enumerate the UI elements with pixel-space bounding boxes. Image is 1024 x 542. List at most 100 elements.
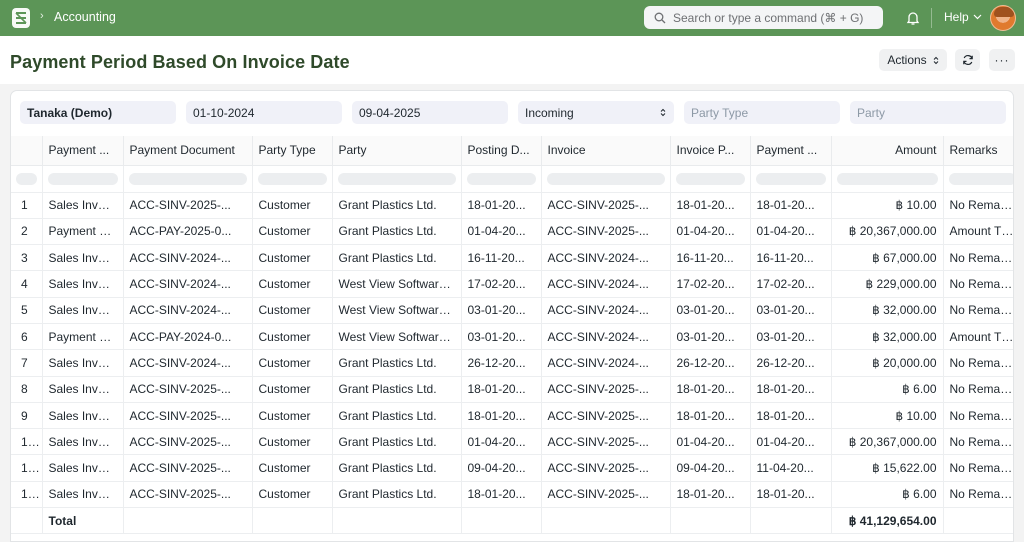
table-cell[interactable]: 03-01-20...: [750, 323, 832, 351]
table-cell[interactable]: Sales Invoi...: [42, 454, 124, 482]
column-filter-input[interactable]: [11, 165, 43, 193]
table-cell[interactable]: 18-01-20...: [461, 192, 542, 219]
column-filter-input[interactable]: [943, 165, 1013, 193]
notification-bell-icon[interactable]: [905, 10, 921, 26]
table-cell[interactable]: No Remarks: [943, 481, 1013, 509]
table-cell[interactable]: 18-01-20...: [750, 376, 832, 403]
table-cell[interactable]: Sales Invoi...: [42, 244, 124, 272]
table-cell[interactable]: 11-04-20...: [750, 454, 832, 482]
table-cell[interactable]: Grant Plastics Ltd.: [332, 481, 462, 509]
table-cell[interactable]: 18-01-20...: [461, 376, 542, 403]
table-cell[interactable]: 26-12-20...: [670, 349, 751, 377]
table-cell[interactable]: 18-01-20...: [461, 481, 542, 509]
table-cell[interactable]: ACC-SINV-2024-...: [123, 297, 253, 324]
table-cell[interactable]: 01-04-20...: [670, 218, 751, 246]
table-cell[interactable]: Grant Plastics Ltd.: [332, 402, 462, 430]
table-cell[interactable]: 09-04-20...: [670, 454, 751, 482]
table-cell[interactable]: Sales Invoi...: [42, 270, 124, 298]
table-cell[interactable]: ACC-SINV-2025-...: [541, 402, 671, 430]
table-cell[interactable]: No Remarks: [943, 402, 1013, 430]
column-header[interactable]: Remarks: [943, 136, 1013, 166]
table-cell[interactable]: No Remarks: [943, 270, 1013, 298]
table-cell[interactable]: ACC-SINV-2025-...: [123, 428, 253, 456]
refresh-button[interactable]: [955, 49, 980, 71]
actions-button[interactable]: Actions: [879, 49, 947, 71]
column-filter-input[interactable]: [831, 165, 944, 193]
table-cell[interactable]: Grant Plastics Ltd.: [332, 244, 462, 272]
table-cell[interactable]: Grant Plastics Ltd.: [332, 376, 462, 403]
table-cell[interactable]: Customer: [252, 192, 333, 219]
column-filter-input[interactable]: [332, 165, 462, 193]
table-cell[interactable]: ACC-SINV-2024-...: [123, 244, 253, 272]
table-cell[interactable]: Customer: [252, 297, 333, 324]
table-cell[interactable]: ACC-SINV-2025-...: [123, 481, 253, 509]
table-cell[interactable]: No Remarks: [943, 297, 1013, 324]
table-cell[interactable]: Grant Plastics Ltd.: [332, 428, 462, 456]
table-cell[interactable]: West View Software...: [332, 323, 462, 351]
user-avatar[interactable]: [990, 5, 1016, 31]
table-cell[interactable]: 16-11-20...: [670, 244, 751, 272]
table-cell[interactable]: Customer: [252, 402, 333, 430]
column-filter-input[interactable]: [42, 165, 124, 193]
column-header[interactable]: Amount: [831, 136, 944, 166]
table-cell[interactable]: Customer: [252, 481, 333, 509]
table-cell[interactable]: 03-01-20...: [750, 297, 832, 324]
table-cell[interactable]: Customer: [252, 323, 333, 351]
table-row[interactable]: 1... Sales Invoi... ACC-SINV-2025-... Custo…: [11, 428, 1013, 456]
table-cell[interactable]: ACC-SINV-2025-...: [123, 376, 253, 403]
table-cell[interactable]: Payment E...: [42, 218, 124, 246]
table-cell[interactable]: ฿ 6.00: [831, 376, 944, 403]
table-cell[interactable]: ACC-SINV-2025-...: [541, 192, 671, 219]
table-cell[interactable]: 18-01-20...: [670, 376, 751, 403]
party-filter[interactable]: Party: [850, 101, 1006, 124]
table-cell[interactable]: ACC-SINV-2024-...: [541, 270, 671, 298]
table-cell[interactable]: No Remarks: [943, 428, 1013, 456]
column-filter-input[interactable]: [541, 165, 671, 193]
table-cell[interactable]: 18-01-20...: [670, 481, 751, 509]
table-cell[interactable]: ฿ 10.00: [831, 402, 944, 430]
table-cell[interactable]: 18-01-20...: [750, 402, 832, 430]
table-cell[interactable]: ACC-SINV-2025-...: [541, 218, 671, 246]
table-cell[interactable]: ACC-SINV-2024-...: [123, 349, 253, 377]
table-cell[interactable]: 18-01-20...: [670, 402, 751, 430]
table-cell[interactable]: 16-11-20...: [750, 244, 832, 272]
column-filter-input[interactable]: [123, 165, 253, 193]
table-row[interactable]: 6 Payment E... ACC-PAY-2024-0... Customer We…: [11, 323, 1013, 351]
column-header[interactable]: Invoice P...: [670, 136, 751, 166]
column-filter-input[interactable]: [750, 165, 832, 193]
table-cell[interactable]: Sales Invoi...: [42, 349, 124, 377]
table-cell[interactable]: ACC-SINV-2025-...: [541, 481, 671, 509]
more-options-button[interactable]: ···: [989, 49, 1015, 71]
table-cell[interactable]: ฿ 67,000.00: [831, 244, 944, 272]
table-cell[interactable]: Grant Plastics Ltd.: [332, 349, 462, 377]
table-cell[interactable]: No Remarks: [943, 192, 1013, 219]
table-cell[interactable]: ฿ 15,622.00: [831, 454, 944, 482]
column-header[interactable]: Party: [332, 136, 462, 166]
table-cell[interactable]: 03-01-20...: [461, 297, 542, 324]
table-cell[interactable]: ACC-SINV-2025-...: [123, 402, 253, 430]
table-cell[interactable]: 17-02-20...: [750, 270, 832, 298]
table-cell[interactable]: ฿ 10.00: [831, 192, 944, 219]
table-cell[interactable]: ACC-SINV-2025-...: [541, 454, 671, 482]
table-cell[interactable]: ฿ 32,000.00: [831, 297, 944, 324]
table-cell[interactable]: ACC-PAY-2025-0...: [123, 218, 253, 246]
table-cell[interactable]: ฿ 32,000.00: [831, 323, 944, 351]
table-cell[interactable]: Sales Invoi...: [42, 192, 124, 219]
table-cell[interactable]: Customer: [252, 376, 333, 403]
table-cell[interactable]: 16-11-20...: [461, 244, 542, 272]
table-cell[interactable]: 26-12-20...: [750, 349, 832, 377]
table-row[interactable]: 8 Sales Invoi... ACC-SINV-2025-... Customer…: [11, 376, 1013, 403]
table-cell[interactable]: 03-01-20...: [670, 297, 751, 324]
table-cell[interactable]: ฿ 20,000.00: [831, 349, 944, 377]
table-row[interactable]: 7 Sales Invoi... ACC-SINV-2024-... Customer…: [11, 349, 1013, 377]
table-cell[interactable]: Customer: [252, 428, 333, 456]
table-cell[interactable]: Sales Invoi...: [42, 428, 124, 456]
table-cell[interactable]: ACC-SINV-2025-...: [123, 192, 253, 219]
table-cell[interactable]: ฿ 229,000.00: [831, 270, 944, 298]
table-cell[interactable]: No Remarks: [943, 454, 1013, 482]
table-cell[interactable]: Grant Plastics Ltd.: [332, 218, 462, 246]
table-cell[interactable]: 01-04-20...: [670, 428, 751, 456]
table-cell[interactable]: No Remarks: [943, 244, 1013, 272]
table-row[interactable]: 1... Sales Invoi... ACC-SINV-2025-... Custo…: [11, 481, 1013, 509]
column-header[interactable]: Payment ...: [750, 136, 832, 166]
